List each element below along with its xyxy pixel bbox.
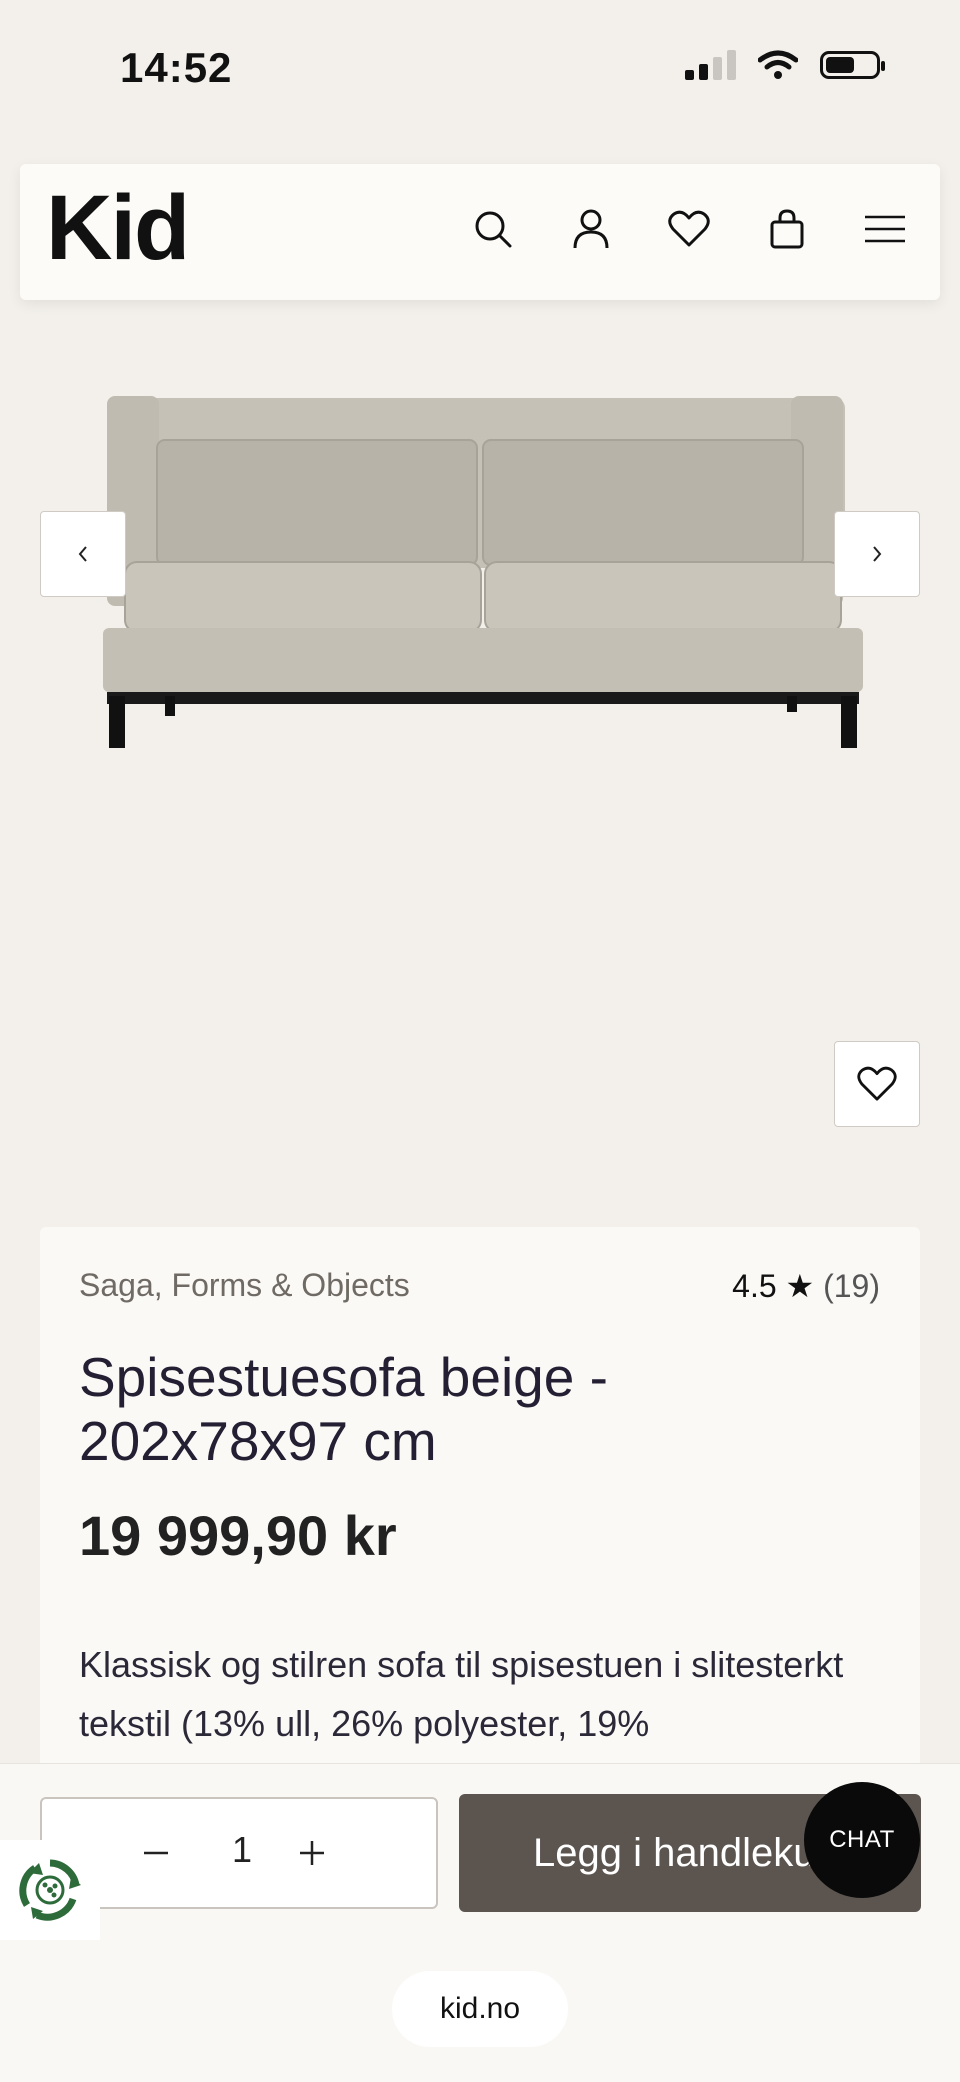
status-icons: [685, 50, 885, 80]
account-icon[interactable]: [562, 200, 620, 258]
wishlist-icon[interactable]: [660, 200, 718, 258]
star-icon: ★: [785, 1268, 815, 1304]
browser-url-pill[interactable]: kid.no: [392, 1971, 568, 2047]
add-to-wishlist-button[interactable]: [834, 1041, 920, 1127]
chat-button[interactable]: CHAT: [804, 1782, 920, 1898]
chevron-right-icon: [873, 546, 882, 562]
decrease-quantity-button[interactable]: [142, 1839, 170, 1872]
status-time: 14:52: [120, 44, 233, 91]
product-gallery: [0, 330, 960, 1200]
product-price: 19 999,90 kr: [79, 1504, 397, 1567]
review-count: (19): [823, 1268, 880, 1304]
cart-icon[interactable]: [758, 200, 816, 258]
minus-icon: [144, 1851, 168, 1855]
gallery-prev-button[interactable]: [40, 511, 126, 597]
increase-quantity-button[interactable]: [298, 1839, 326, 1872]
chevron-left-icon: [78, 546, 87, 562]
recycle-icon: [19, 1859, 81, 1921]
battery-icon: [820, 51, 885, 79]
menu-icon[interactable]: [856, 200, 914, 258]
product-info-card: Saga, Forms & Objects 4.5 ★ (19) Spisest…: [40, 1227, 920, 1807]
product-title: Spisestuesofa beige - 202x78x97 cm: [79, 1346, 608, 1472]
product-brand[interactable]: Saga, Forms & Objects: [79, 1267, 410, 1304]
add-to-cart-label: Legg i handlekurv: [533, 1830, 849, 1875]
sofa-product-image: [65, 350, 895, 770]
recycle-badge[interactable]: [0, 1840, 100, 1940]
wifi-icon: [758, 50, 798, 79]
signal-icon: [685, 50, 736, 80]
product-rating[interactable]: 4.5 ★ (19): [732, 1267, 880, 1305]
logo[interactable]: Kid: [46, 182, 190, 274]
gallery-next-button[interactable]: [834, 511, 920, 597]
quantity-value[interactable]: 1: [222, 1829, 262, 1871]
search-icon[interactable]: [464, 200, 522, 258]
plus-icon: [300, 1841, 324, 1865]
add-to-cart-bar: 1 Legg i handlekurv CHAT kid.no: [0, 1763, 960, 2082]
product-description: Klassisk og stilren sofa til spisestuen …: [79, 1644, 844, 1744]
header-nav: [464, 200, 914, 258]
browser-url: kid.no: [439, 1992, 521, 2025]
rating-value: 4.5: [732, 1268, 777, 1304]
chat-label: CHAT: [829, 1826, 895, 1853]
site-header: Kid: [20, 164, 940, 300]
status-bar: 14:52: [0, 0, 960, 140]
heart-icon: [857, 1066, 897, 1101]
